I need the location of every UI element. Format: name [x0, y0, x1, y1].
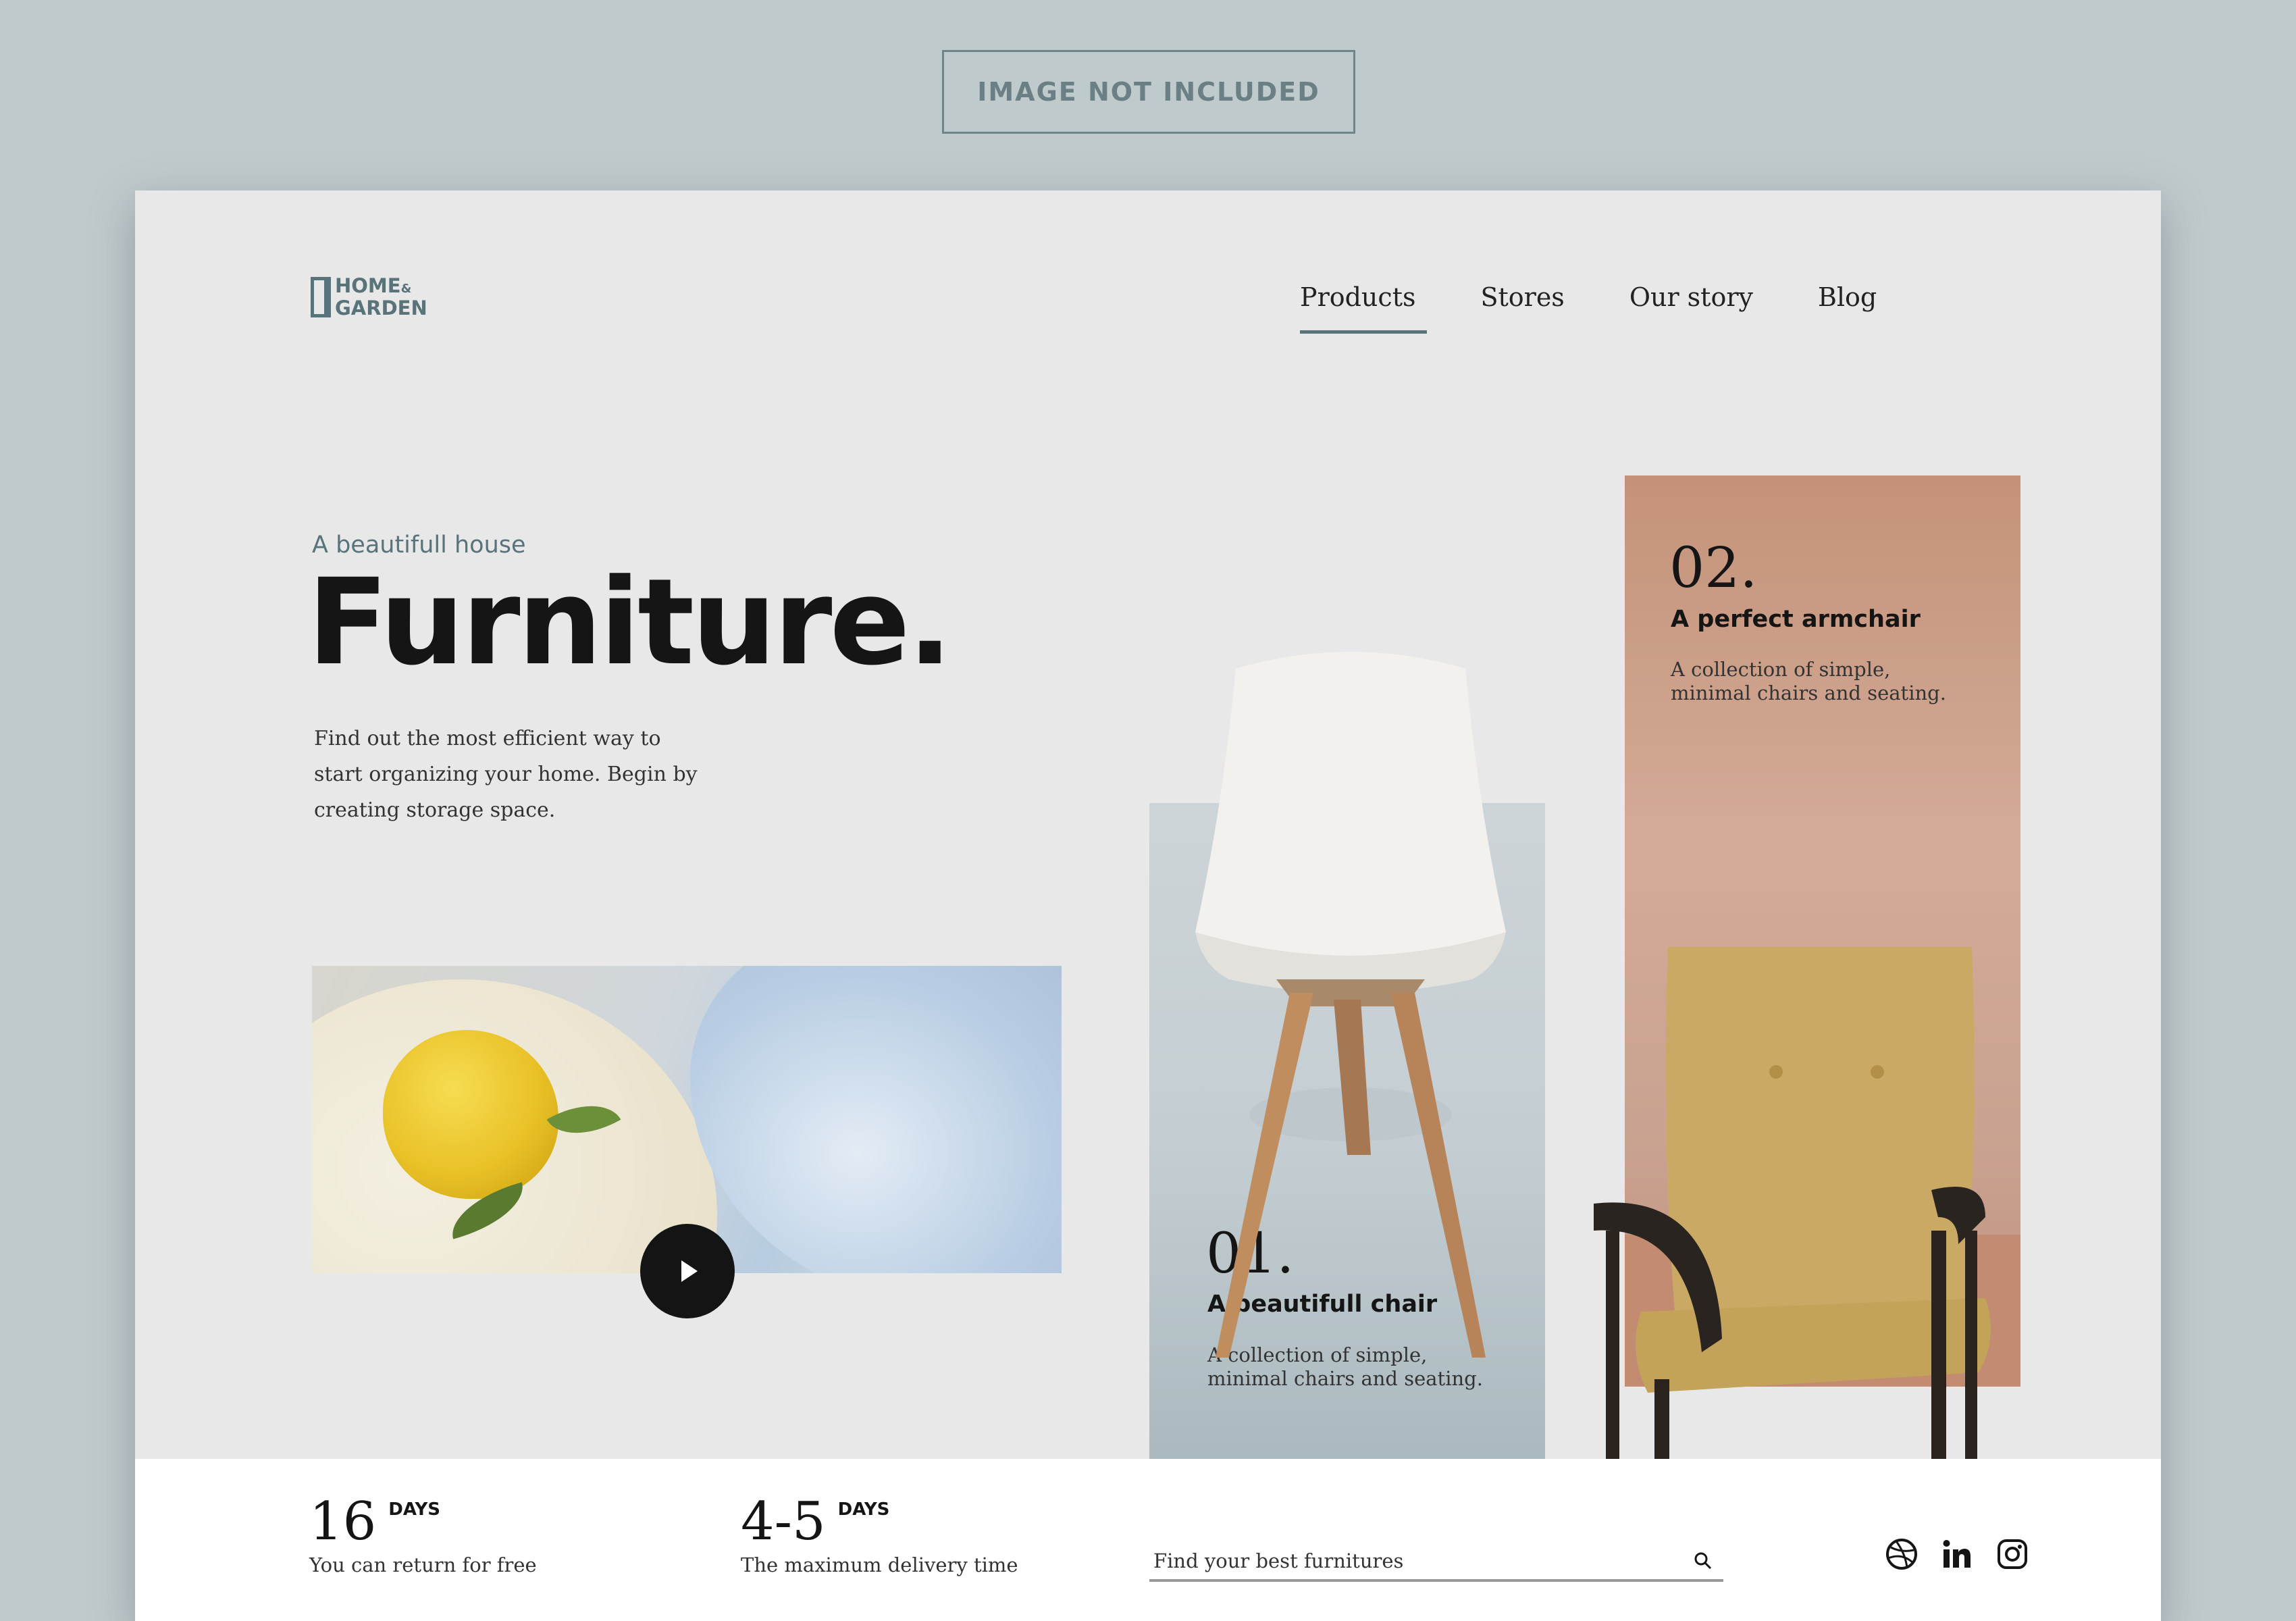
play-button[interactable]	[640, 1224, 735, 1318]
card-title: A perfect armchair	[1671, 606, 1921, 633]
delivery-stat: 4-5 DAYS The maximum delivery time	[741, 1491, 1018, 1576]
image-not-included-notice: IMAGE NOT INCLUDED	[942, 50, 1355, 134]
nav-blog[interactable]: Blog	[1818, 270, 1877, 324]
return-stat: 16 DAYS You can return for free	[309, 1491, 537, 1576]
white-chair-image	[1195, 652, 1506, 1358]
stat-value: 16	[309, 1491, 377, 1552]
nav-stores[interactable]: Stores	[1480, 270, 1564, 324]
nav-products[interactable]: Products	[1300, 270, 1428, 334]
hero-intro: Find out the most efficient way to start…	[314, 727, 698, 822]
card-number: 02.	[1669, 536, 1758, 600]
logo-wordmark: HOME& GARDEN	[335, 274, 427, 319]
landing-page: HOME& GARDEN Products Stores Our story B…	[135, 190, 2161, 1621]
stat-value: 4-5	[741, 1491, 826, 1552]
main-nav: Products Stores Our story Blog	[1300, 270, 1941, 334]
stat-label: You can return for free	[309, 1553, 537, 1576]
social-links	[1884, 1537, 2030, 1572]
linkedin-icon[interactable]	[1939, 1537, 1975, 1572]
card-description: A collection of simple, minimal chairs a…	[1671, 658, 1946, 704]
logo-door-icon	[311, 277, 331, 317]
stat-unit: DAYS	[837, 1499, 890, 1520]
search-bar	[1149, 1543, 1723, 1582]
home-garden-logo[interactable]: HOME& GARDEN	[311, 270, 439, 324]
stat-label: The maximum delivery time	[741, 1553, 1018, 1576]
search-input[interactable]	[1149, 1549, 1690, 1572]
cloth-image	[690, 966, 1062, 1273]
instagram-icon[interactable]	[1995, 1537, 2030, 1572]
dribbble-icon[interactable]	[1884, 1537, 1919, 1572]
play-icon	[681, 1260, 698, 1282]
stat-unit: DAYS	[388, 1499, 441, 1520]
search-icon[interactable]	[1690, 1547, 1717, 1574]
hero-title: Furniture.	[307, 553, 953, 692]
nav-our-story[interactable]: Our story	[1629, 270, 1753, 324]
